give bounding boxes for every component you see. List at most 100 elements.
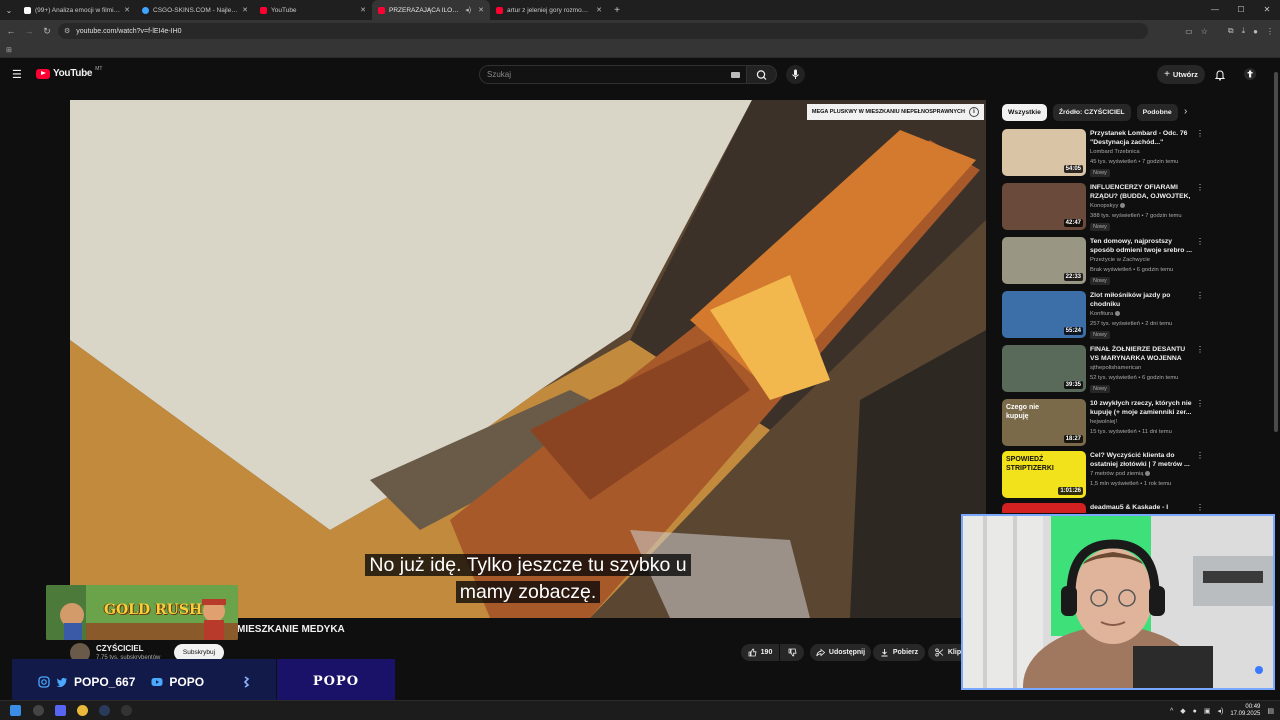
apps-grid-icon[interactable]: ⊞ bbox=[6, 46, 14, 54]
recommendation-item[interactable]: 55:24 Zlot miłośników jazdy po chodniku Ko… bbox=[1002, 291, 1204, 341]
discord-icon[interactable] bbox=[55, 705, 66, 716]
recommendation-channel[interactable]: sjthepolishamerican bbox=[1090, 365, 1141, 371]
recommendation-channel[interactable]: 7 metrów pod ziemią bbox=[1090, 471, 1151, 477]
recommendation-item[interactable]: deadmau5 & Kaskade - I ⋮ bbox=[1002, 503, 1202, 513]
tab-close-icon[interactable]: ✕ bbox=[360, 6, 366, 14]
forward-icon[interactable]: → bbox=[20, 26, 38, 36]
minimize-icon[interactable]: — bbox=[1202, 0, 1228, 20]
recommendation-item[interactable]: SPOWIEDŹ STRIPTIZERKI 1:01:26 Cel? Wyczyśc… bbox=[1002, 451, 1204, 501]
more-options-icon[interactable]: ⋮ bbox=[1196, 451, 1204, 460]
network-icon[interactable]: ▣ bbox=[1204, 707, 1211, 715]
video-thumbnail[interactable]: SPOWIEDŹ STRIPTIZERKI 1:01:26 bbox=[1002, 451, 1086, 498]
recommendation-item[interactable]: 42:47 INFLUENCERZY OFIARAMI RZĄDU? (BUDDA… bbox=[1002, 183, 1204, 233]
chip-all[interactable]: Wszystkie bbox=[1002, 104, 1047, 121]
video-thumbnail[interactable]: 55:24 bbox=[1002, 291, 1086, 338]
steam-icon[interactable] bbox=[99, 705, 110, 716]
recommendation-title[interactable]: FINAŁ ŻOŁNIERZE DESANTU VS MARYNARKA WOJ… bbox=[1090, 345, 1194, 363]
obs-icon[interactable] bbox=[121, 705, 132, 716]
like-button[interactable]: 190 bbox=[741, 644, 779, 661]
scrollbar-thumb[interactable] bbox=[1274, 72, 1278, 432]
video-thumbnail[interactable]: Czego nie kupuję 18:27 bbox=[1002, 399, 1086, 446]
tab-search-icon[interactable]: ⌄ bbox=[0, 0, 18, 20]
keyboard-icon[interactable] bbox=[731, 72, 740, 78]
extensions-icon[interactable]: ⧉ bbox=[1228, 26, 1234, 36]
profile-icon[interactable]: ● bbox=[1253, 27, 1258, 36]
video-thumbnail[interactable]: 42:47 bbox=[1002, 183, 1086, 230]
tab-close-icon[interactable]: ✕ bbox=[478, 6, 484, 14]
microphone-tray-icon[interactable]: ● bbox=[1193, 708, 1197, 715]
recommendation-item[interactable]: 22:33 Ten domowy, najprostszy sposób odmi… bbox=[1002, 237, 1204, 287]
recommendation-channel[interactable]: Przeżycie w Zachwycie bbox=[1090, 257, 1150, 263]
more-options-icon[interactable]: ⋮ bbox=[1196, 503, 1202, 512]
recommendation-item[interactable]: Czego nie kupuję 18:27 10 zwykłych rzeczy,… bbox=[1002, 399, 1204, 449]
speaker-icon[interactable]: ◂) bbox=[465, 6, 471, 14]
cast-icon[interactable]: ▭ bbox=[1185, 27, 1193, 36]
chevron-right-icon[interactable]: › bbox=[1184, 106, 1187, 117]
channel-name[interactable]: CZYŚCICIEL bbox=[96, 644, 144, 653]
info-icon[interactable]: i bbox=[969, 107, 979, 117]
back-icon[interactable]: ← bbox=[2, 26, 20, 36]
recommendation-item[interactable]: 39:35 FINAŁ ŻOŁNIERZE DESANTU VS MARYNARK… bbox=[1002, 345, 1204, 395]
more-options-icon[interactable]: ⋮ bbox=[1196, 345, 1204, 354]
recommendation-title[interactable]: deadmau5 & Kaskade - I bbox=[1090, 503, 1194, 512]
reload-icon[interactable]: ↻ bbox=[38, 26, 56, 37]
share-button[interactable]: Udostępnij bbox=[810, 644, 871, 661]
volume-icon[interactable]: ◂) bbox=[1217, 707, 1223, 715]
more-options-icon[interactable]: ⋮ bbox=[1196, 399, 1204, 408]
account-avatar[interactable] bbox=[1244, 68, 1256, 80]
tab-close-icon[interactable]: ✕ bbox=[596, 6, 602, 14]
browser-tab-2[interactable]: CSGO-SKINS.COM - Najlepsze ... ✕ bbox=[136, 0, 254, 20]
recommendation-title[interactable]: Zlot miłośników jazdy po chodniku bbox=[1090, 291, 1194, 309]
recommendation-channel[interactable]: hejwolniej! bbox=[1090, 419, 1117, 425]
chrome-icon[interactable] bbox=[77, 705, 88, 716]
chip-related[interactable]: Podobne bbox=[1136, 104, 1178, 121]
bookmark-star-icon[interactable]: ☆ bbox=[1201, 27, 1208, 36]
recommendation-title[interactable]: Cel? Wyczyścić klienta do ostatniej złot… bbox=[1090, 451, 1194, 469]
chip-source[interactable]: Źródło: CZYŚCICIEL bbox=[1052, 104, 1131, 121]
site-info-icon[interactable]: ⚙ bbox=[64, 27, 70, 35]
voice-search-button[interactable] bbox=[786, 65, 805, 84]
recommendation-title[interactable]: 10 zwykłych rzeczy, których nie kupuję (… bbox=[1090, 399, 1194, 417]
browser-menu-icon[interactable]: ⋮ bbox=[1266, 27, 1274, 36]
tab-close-icon[interactable]: ✕ bbox=[124, 6, 130, 14]
menu-hamburger-icon[interactable]: ☰ bbox=[12, 68, 22, 81]
browser-tab-1[interactable]: (99+) Analiza emocji w filmie - ... ✕ bbox=[18, 0, 136, 20]
url-field[interactable]: ⚙ youtube.com/watch?v=f-lEI4e-IH0 bbox=[58, 23, 1148, 39]
video-overlay-label[interactable]: MEGA PLUSKWY W MIESZKANIU NIEPEŁNOSPRAWN… bbox=[806, 104, 984, 120]
more-options-icon[interactable]: ⋮ bbox=[1196, 237, 1204, 246]
dislike-button[interactable] bbox=[780, 644, 804, 661]
clock[interactable]: 00:49 17.09.2025 bbox=[1230, 704, 1260, 718]
tab-close-icon[interactable]: ✕ bbox=[242, 6, 248, 14]
recommendation-channel[interactable]: Konfitura bbox=[1090, 311, 1121, 317]
more-options-icon[interactable]: ⋮ bbox=[1196, 129, 1204, 138]
recommendation-channel[interactable]: Konopskyy bbox=[1090, 203, 1126, 209]
browser-tab-4-active[interactable]: PRZERAŻAJĄCA ILOŚĆ PLU... ◂) ✕ bbox=[372, 0, 490, 20]
tray-chevron-icon[interactable]: ^ bbox=[1170, 708, 1173, 715]
recommendation-title[interactable]: Ten domowy, najprostszy sposób odmieni t… bbox=[1090, 237, 1194, 255]
windows-start-icon[interactable] bbox=[10, 705, 21, 716]
video-thumbnail[interactable]: 39:35 bbox=[1002, 345, 1086, 392]
youtube-logo[interactable]: YouTube MT bbox=[36, 66, 102, 79]
more-options-icon[interactable]: ⋮ bbox=[1196, 183, 1204, 192]
search-button[interactable] bbox=[747, 65, 777, 84]
video-thumbnail[interactable]: 22:33 bbox=[1002, 237, 1086, 284]
notifications-bell-icon[interactable] bbox=[1214, 69, 1226, 81]
recommendation-title[interactable]: INFLUENCERZY OFIARAMI RZĄDU? (BUDDA, OJW… bbox=[1090, 183, 1194, 201]
search-taskbar-icon[interactable] bbox=[33, 705, 44, 716]
maximize-icon[interactable]: ☐ bbox=[1228, 0, 1254, 20]
recommendation-channel[interactable]: Lombard Trzebnica bbox=[1090, 149, 1140, 155]
create-button[interactable]: + Utwórz bbox=[1157, 65, 1205, 84]
search-input[interactable]: Szukaj bbox=[479, 65, 747, 84]
browser-tab-3[interactable]: YouTube ✕ bbox=[254, 0, 372, 20]
download-button[interactable]: Pobierz bbox=[873, 644, 925, 661]
video-thumbnail[interactable]: 54:05 bbox=[1002, 129, 1086, 176]
recommendation-title[interactable]: Przystanek Lombard - Odc. 76 "Destynacja… bbox=[1090, 129, 1194, 147]
tray-app-icon[interactable]: ◆ bbox=[1180, 707, 1185, 715]
video-thumbnail[interactable] bbox=[1002, 503, 1086, 513]
recommendation-item[interactable]: 54:05 Przystanek Lombard - Odc. 76 "Desty… bbox=[1002, 129, 1204, 179]
notifications-tray-icon[interactable]: ▤ bbox=[1267, 707, 1274, 715]
downloads-icon[interactable]: ⤓ bbox=[1242, 26, 1246, 36]
video-player[interactable]: MEGA PLUSKWY W MIESZKANIU NIEPEŁNOSPRAWN… bbox=[70, 100, 986, 618]
browser-tab-5[interactable]: artur z jeleniej gory rozmowa z ... ✕ bbox=[490, 0, 608, 20]
new-tab-icon[interactable]: + bbox=[608, 5, 626, 16]
